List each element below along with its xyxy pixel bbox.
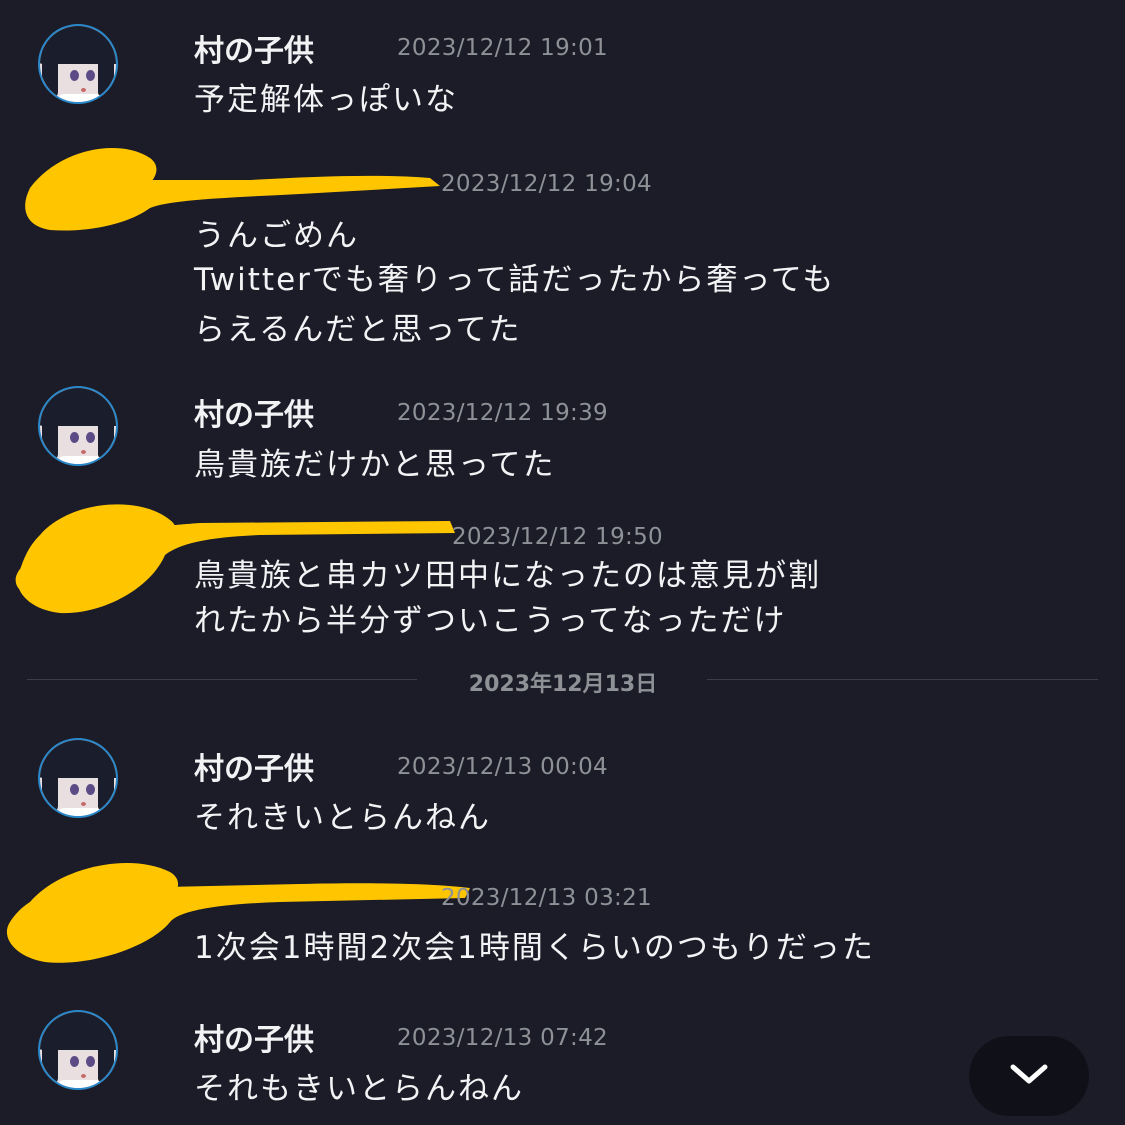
divider-line: [707, 679, 1098, 680]
message-text: Twitterでも奢りって話だったから奢っても: [194, 262, 836, 298]
author-name[interactable]: 村の子供: [194, 390, 314, 434]
message-text: れたから半分ずついこうってなっただけ: [194, 603, 787, 639]
chevron-down-icon: [1010, 1064, 1048, 1084]
avatar[interactable]: [36, 738, 156, 818]
timestamp: 2023/12/13 00:04: [397, 754, 608, 780]
message-text: うんごめん: [194, 218, 359, 254]
message-text: 鳥貴族と串カツ田中になったのは意見が割: [194, 558, 821, 594]
date-divider: 2023年12月13日: [468, 672, 658, 697]
timestamp: 2023/12/12 19:50: [452, 524, 663, 550]
scroll-to-bottom-button[interactable]: [969, 1036, 1089, 1116]
author-name[interactable]: 村の子供: [194, 26, 314, 70]
message-text: それきいとらんねん: [194, 800, 491, 836]
timestamp: 2023/12/13 07:42: [397, 1025, 608, 1051]
message-text: 予定解体っぽいな: [194, 82, 458, 118]
author-name[interactable]: 村の子供: [194, 744, 314, 788]
message-text: 鳥貴族だけかと思ってた: [194, 447, 556, 483]
author-name[interactable]: 村の子供: [194, 1015, 314, 1059]
timestamp: 2023/12/12 19:39: [397, 400, 608, 426]
avatar[interactable]: [36, 24, 156, 104]
timestamp: 2023/12/13 03:21: [441, 885, 652, 911]
avatar[interactable]: [36, 386, 156, 466]
message-text: らえるんだと思ってた: [194, 312, 522, 348]
divider-line: [27, 679, 417, 680]
message-text: それもきいとらんねん: [194, 1071, 524, 1107]
avatar[interactable]: [36, 1010, 156, 1090]
message-text: 1次会1時間2次会1時間くらいのつもりだった: [194, 930, 875, 966]
timestamp: 2023/12/12 19:04: [441, 171, 652, 197]
timestamp: 2023/12/12 19:01: [397, 35, 608, 61]
